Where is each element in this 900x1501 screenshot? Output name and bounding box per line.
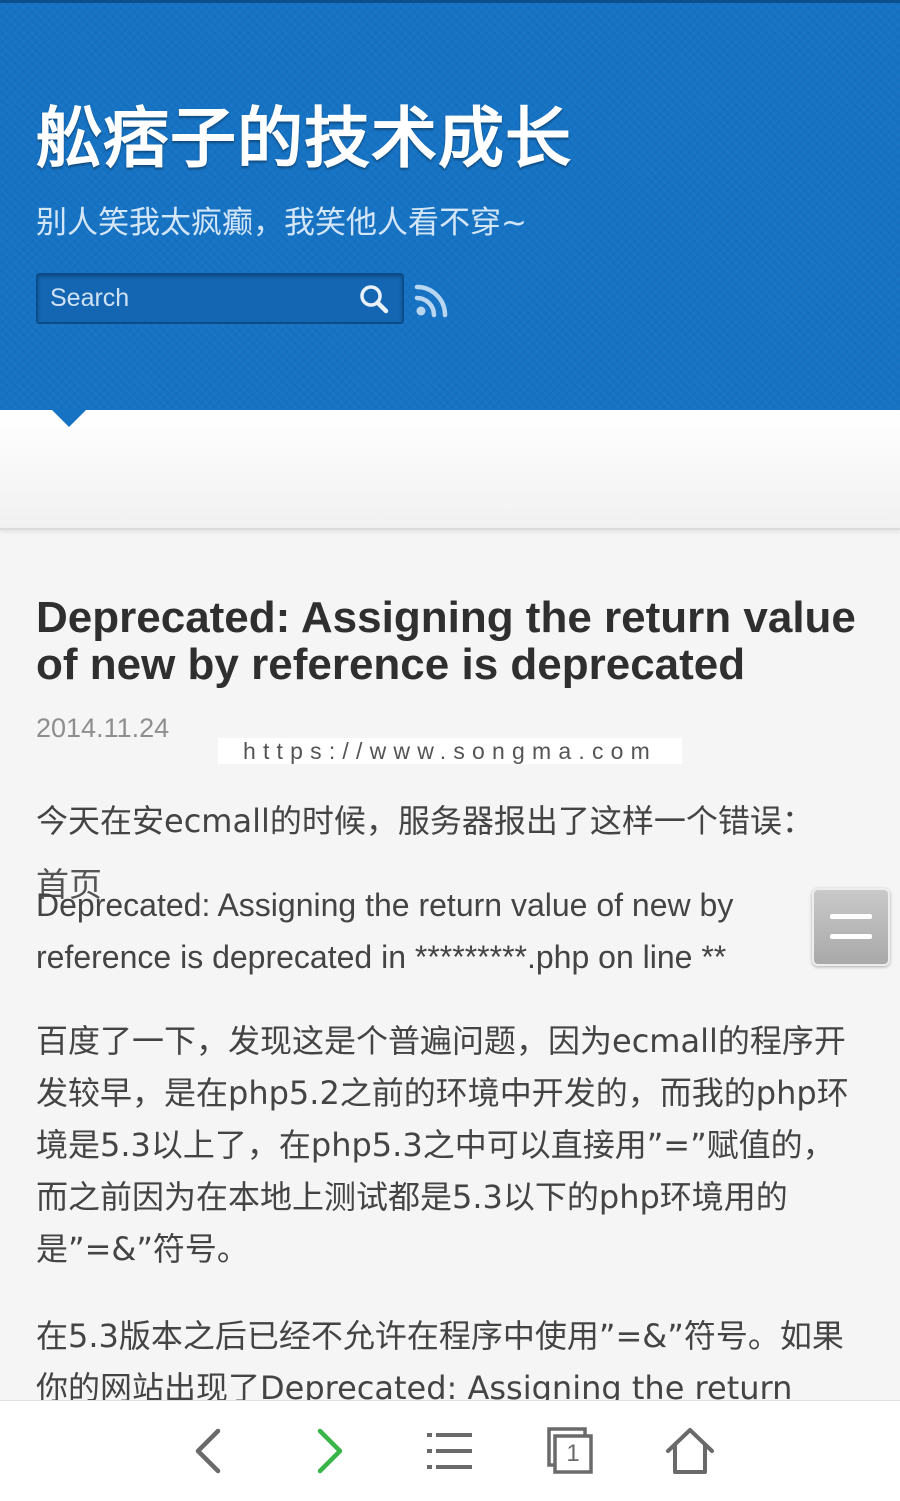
floating-menu-button[interactable] <box>812 888 890 966</box>
post-paragraph: 百度了一下，发现这是个普遍问题，因为ecmall的程序开发较早，是在php5.2… <box>36 1022 849 1268</box>
bookmarks-list-icon[interactable] <box>424 1425 476 1477</box>
post-title[interactable]: Deprecated: Assigning the return value o… <box>36 594 856 688</box>
site-header: 舩痞子的技术成长 别人笑我太疯癫，我笑他人看不穿~ <box>0 0 900 410</box>
search-icon[interactable] <box>358 283 390 315</box>
post-date: 2014.11.24 <box>36 713 170 743</box>
active-nav-indicator <box>52 410 86 427</box>
home-icon[interactable] <box>664 1425 716 1477</box>
site-title[interactable]: 舩痞子的技术成长 <box>36 85 572 181</box>
tab-count: 1 <box>566 1440 580 1467</box>
back-icon[interactable] <box>184 1425 236 1477</box>
post-paragraph: Deprecated: Assigning the return value o… <box>36 887 734 975</box>
search-box <box>36 273 404 324</box>
tabs-icon[interactable]: 1 <box>544 1425 596 1477</box>
forward-icon[interactable] <box>304 1425 356 1477</box>
site-tagline: 别人笑我太疯癫，我笑他人看不穿~ <box>36 205 527 241</box>
post-paragraph: 今天在安ecmall的时候，服务器报出了这样一个错误： <box>36 802 814 840</box>
watermark-url: https://www.songma.com <box>218 738 682 764</box>
main-nav: 首页 <box>0 410 900 904</box>
search-input[interactable] <box>38 275 338 322</box>
rss-icon[interactable] <box>414 282 450 318</box>
